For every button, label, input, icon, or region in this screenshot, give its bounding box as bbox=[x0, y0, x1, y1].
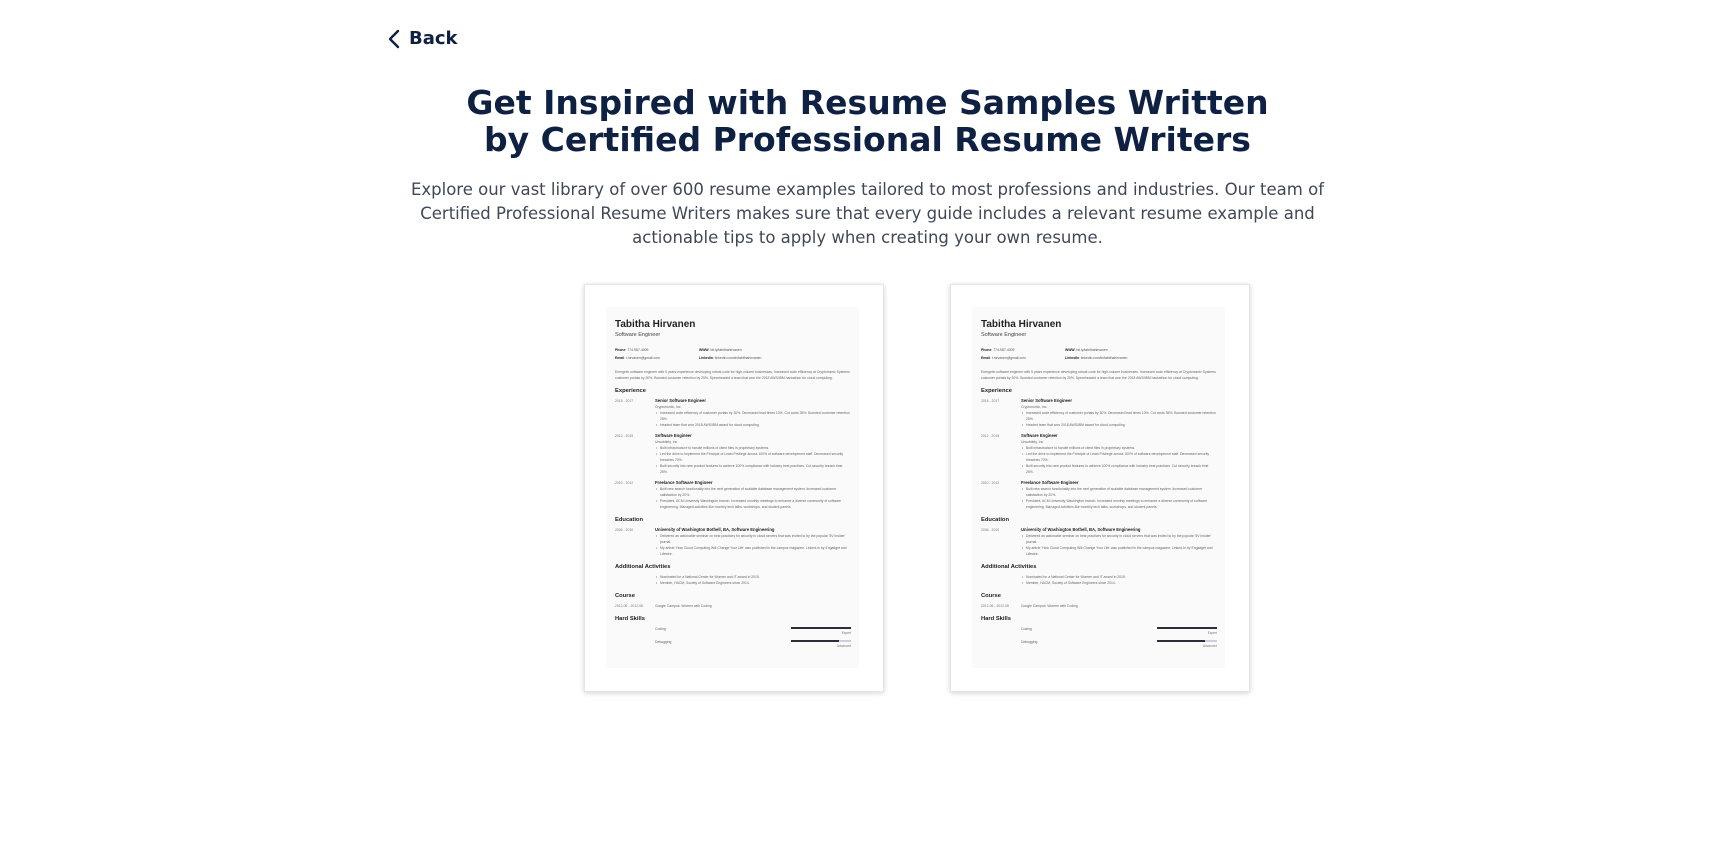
resume-entry: 2012-06 - 2012-08 Google Campus: Women w… bbox=[615, 604, 712, 609]
resume-summary: Energetic software engineer with 5 years… bbox=[615, 370, 850, 381]
resume-entry: Nominated for a National Center for Wome… bbox=[615, 574, 851, 586]
page-title-line2: by Certified Professional Resume Writers bbox=[484, 120, 1251, 159]
resume-entry: 2010 - 2012 Freelance Software Engineer … bbox=[981, 480, 1217, 510]
resume-entry: 2012 - 2015 Software Engineer Unsubtlety,… bbox=[615, 433, 851, 475]
resume-section-heading: Experience bbox=[615, 388, 646, 395]
resume-entry: 2015 - 2017 Senior Software Engineer Cryp… bbox=[615, 398, 851, 428]
resume-preview: Tabitha Hirvanen Software Engineer Phone… bbox=[972, 307, 1225, 668]
resume-entry: 2006 - 2010 University of Washington Bot… bbox=[981, 527, 1217, 557]
page-title: Get Inspired with Resume Samples Written… bbox=[0, 84, 1735, 158]
page-subtitle: Explore our vast library of over 600 res… bbox=[410, 180, 1325, 247]
resume-section-heading: Course bbox=[981, 593, 1001, 600]
resume-card[interactable]: Tabitha Hirvanen Software Engineer Phone… bbox=[584, 284, 884, 692]
resume-job-title: Software Engineer bbox=[981, 332, 1027, 338]
skill-row: Coding Expert bbox=[655, 627, 851, 636]
resume-entry: 2012 - 2015 Software Engineer Unsubtlety,… bbox=[981, 433, 1217, 475]
resume-section-heading: Experience bbox=[981, 388, 1012, 395]
resume-section-heading: Course bbox=[615, 593, 635, 600]
back-button[interactable]: Back bbox=[387, 28, 458, 49]
skill-row: Debugging Advanced bbox=[655, 640, 851, 649]
resume-section-heading: Hard Skills bbox=[981, 616, 1011, 623]
resume-entry: Nominated for a National Center for Wome… bbox=[981, 574, 1217, 586]
resume-name: Tabitha Hirvanen bbox=[615, 319, 696, 330]
back-label: Back bbox=[409, 28, 458, 49]
resume-contact: Phone: 774-987-4009 WWW: bit.ly/tabithah… bbox=[981, 348, 1128, 360]
skill-row: Coding Expert bbox=[1021, 627, 1217, 636]
resume-section-heading: Additional Activities bbox=[615, 564, 671, 571]
resume-card[interactable]: Tabitha Hirvanen Software Engineer Phone… bbox=[950, 284, 1250, 692]
resume-entry: 2015 - 2017 Senior Software Engineer Cryp… bbox=[981, 398, 1217, 428]
resume-preview: Tabitha Hirvanen Software Engineer Phone… bbox=[606, 307, 859, 668]
resume-section-heading: Education bbox=[981, 517, 1010, 524]
resume-entry: 2006 - 2010 University of Washington Bot… bbox=[615, 527, 851, 557]
resume-summary: Energetic software engineer with 5 years… bbox=[981, 370, 1216, 381]
resume-name: Tabitha Hirvanen bbox=[981, 319, 1062, 330]
resume-section-heading: Education bbox=[615, 517, 644, 524]
resume-contact: Phone: 774-987-4009 WWW: bit.ly/tabithah… bbox=[615, 348, 762, 360]
resume-section-heading: Hard Skills bbox=[615, 616, 645, 623]
chevron-left-icon bbox=[388, 29, 400, 48]
resume-section-heading: Additional Activities bbox=[981, 564, 1037, 571]
resume-entry: 2012-06 - 2012-08 Google Campus: Women w… bbox=[981, 604, 1078, 609]
resume-job-title: Software Engineer bbox=[615, 332, 661, 338]
page-title-line1: Get Inspired with Resume Samples Written bbox=[466, 83, 1269, 122]
skill-row: Debugging Advanced bbox=[1021, 640, 1217, 649]
resume-entry: 2010 - 2012 Freelance Software Engineer … bbox=[615, 480, 851, 510]
